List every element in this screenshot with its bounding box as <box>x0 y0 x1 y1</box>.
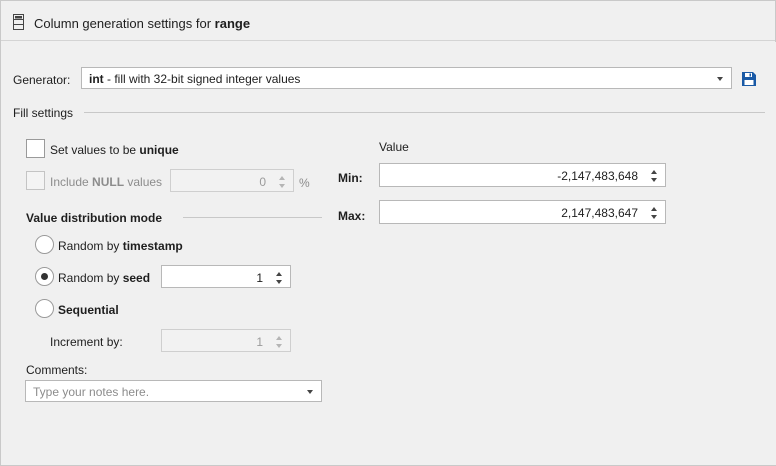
spin-down-icon[interactable] <box>651 215 657 219</box>
spin-up-icon[interactable] <box>279 176 285 180</box>
seed-value: 1 <box>256 271 263 285</box>
spin-up-icon[interactable] <box>651 170 657 174</box>
max-value-stepper[interactable]: 2,147,483,647 <box>379 200 666 224</box>
spin-down-icon[interactable] <box>276 344 282 348</box>
panel-title: Column generation settings for range <box>34 16 251 31</box>
fill-settings-legend: Fill settings <box>13 106 74 120</box>
generator-label: Generator: <box>13 73 71 87</box>
increment-value: 1 <box>256 335 263 349</box>
increment-label: Increment by: <box>50 335 123 349</box>
comments-label: Comments: <box>26 363 88 377</box>
random-timestamp-radio[interactable] <box>35 235 54 254</box>
spin-down-icon[interactable] <box>276 280 282 284</box>
generator-select[interactable]: int - fill with 32-bit signed integer va… <box>81 67 732 89</box>
null-percent-value: 0 <box>259 175 266 189</box>
unique-checkbox[interactable] <box>26 139 45 158</box>
include-null-checkbox[interactable] <box>26 171 45 190</box>
save-icon[interactable] <box>741 71 757 90</box>
chevron-down-icon <box>307 390 313 394</box>
column-icon <box>13 14 24 33</box>
random-seed-radio[interactable] <box>35 267 54 286</box>
distribution-legend: Value distribution mode <box>26 211 163 225</box>
chevron-down-icon <box>717 77 723 81</box>
value-heading: Value <box>379 140 409 154</box>
distribution-divider <box>183 217 322 218</box>
min-value-stepper[interactable]: -2,147,483,648 <box>379 163 666 187</box>
comments-input[interactable]: Type your notes here. <box>25 380 322 402</box>
max-value: 2,147,483,647 <box>561 206 638 220</box>
include-null-label: Include NULL values <box>50 175 163 189</box>
spin-down-icon[interactable] <box>279 184 285 188</box>
min-label: Min: <box>338 171 363 185</box>
generator-description: - fill with 32-bit signed integer values <box>103 72 301 86</box>
spin-up-icon[interactable] <box>276 272 282 276</box>
radio-selected-dot <box>41 273 48 280</box>
random-seed-label: Random by seed <box>58 271 151 285</box>
sequential-label: Sequential <box>58 303 119 317</box>
min-value: -2,147,483,648 <box>557 169 638 183</box>
spin-up-icon[interactable] <box>651 207 657 211</box>
seed-stepper[interactable]: 1 <box>161 265 291 288</box>
spin-up-icon[interactable] <box>276 336 282 340</box>
panel-body: Generator: int - fill with 32-bit signed… <box>2 42 776 465</box>
comments-placeholder: Type your notes here. <box>33 385 150 399</box>
max-label: Max: <box>338 209 366 223</box>
sequential-radio[interactable] <box>35 299 54 318</box>
generator-keyword: int <box>89 72 104 86</box>
fill-settings-divider <box>84 112 765 113</box>
increment-stepper[interactable]: 1 <box>161 329 291 352</box>
null-percent-stepper[interactable]: 0 <box>170 169 294 192</box>
column-settings-panel: Column generation settings for range Gen… <box>0 0 776 466</box>
spin-down-icon[interactable] <box>651 178 657 182</box>
panel-header: Column generation settings for range <box>1 1 775 41</box>
random-timestamp-label: Random by timestamp <box>58 239 183 253</box>
unique-label: Set values to be unique <box>50 143 179 157</box>
null-percent-unit: % <box>299 176 310 190</box>
